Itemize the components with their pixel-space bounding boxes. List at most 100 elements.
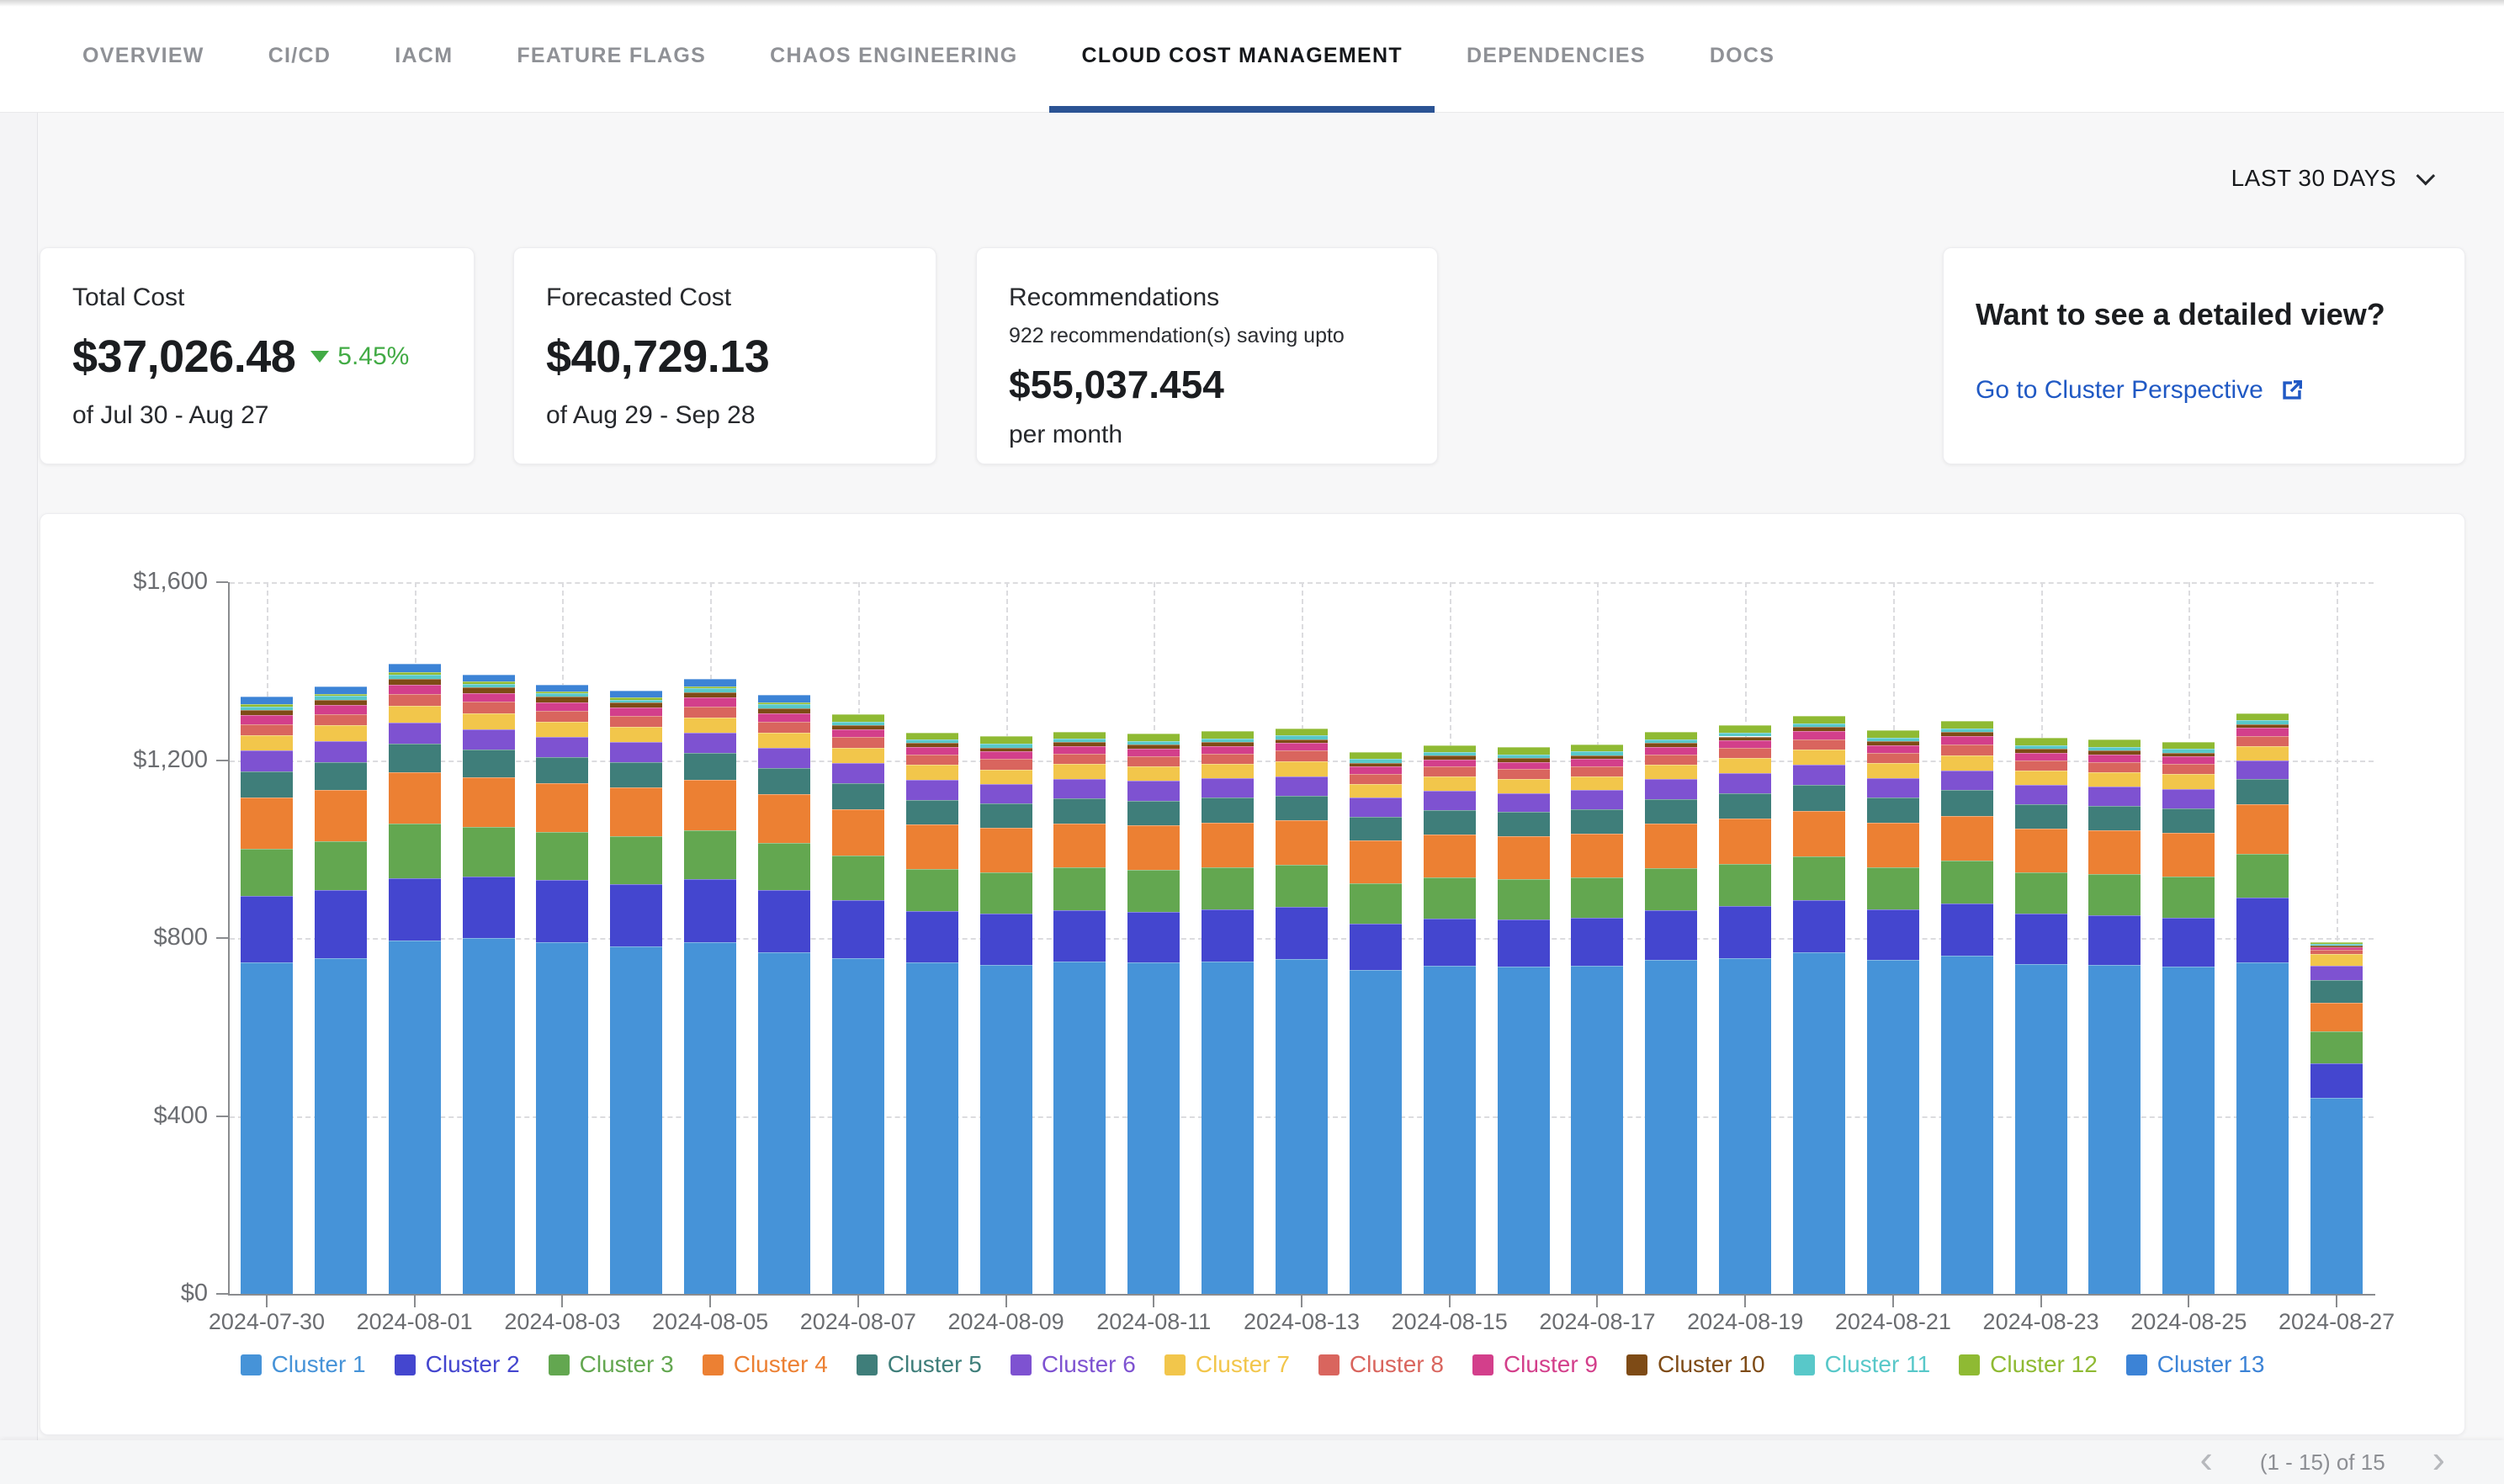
bar-segment-cluster-3[interactable] <box>2088 874 2141 915</box>
stacked-bar-2024-08-07[interactable] <box>832 582 884 1294</box>
bar-segment-cluster-12[interactable] <box>2310 942 2363 944</box>
bar-segment-cluster-1[interactable] <box>1202 962 1254 1295</box>
bar-segment-cluster-1[interactable] <box>980 965 1032 1294</box>
bar-segment-cluster-13[interactable] <box>389 664 441 672</box>
bar-segment-cluster-13[interactable] <box>610 691 662 697</box>
bar-segment-cluster-7[interactable] <box>315 725 367 741</box>
stacked-bar-2024-08-17[interactable] <box>1571 582 1623 1294</box>
bar-segment-cluster-11[interactable] <box>2162 749 2215 752</box>
bar-segment-cluster-11[interactable] <box>1424 752 1476 755</box>
bar-segment-cluster-1[interactable] <box>536 942 588 1294</box>
bar-segment-cluster-8[interactable] <box>1202 754 1254 764</box>
bar-segment-cluster-4[interactable] <box>2015 829 2067 872</box>
bar-segment-cluster-2[interactable] <box>2015 914 2067 963</box>
bar-segment-cluster-6[interactable] <box>1941 771 1993 791</box>
bar-segment-cluster-2[interactable] <box>1941 904 1993 956</box>
bar-segment-cluster-13[interactable] <box>315 686 367 694</box>
bar-segment-cluster-10[interactable] <box>1867 741 1919 745</box>
bar-segment-cluster-5[interactable] <box>1053 798 1106 824</box>
bar-segment-cluster-5[interactable] <box>1867 798 1919 823</box>
bar-segment-cluster-13[interactable] <box>463 675 515 681</box>
stacked-bar-2024-08-09[interactable] <box>980 582 1032 1294</box>
bar-segment-cluster-11[interactable] <box>389 675 441 679</box>
bar-segment-cluster-7[interactable] <box>1498 779 1550 793</box>
bar-segment-cluster-1[interactable] <box>2015 964 2067 1294</box>
bar-segment-cluster-10[interactable] <box>2310 946 2363 947</box>
bar-segment-cluster-12[interactable] <box>389 672 441 675</box>
bar-segment-cluster-5[interactable] <box>1719 793 1771 819</box>
bar-segment-cluster-2[interactable] <box>758 890 810 952</box>
bar-segment-cluster-5[interactable] <box>2088 806 2141 830</box>
bar-segment-cluster-3[interactable] <box>684 830 736 879</box>
stacked-bar-2024-08-03[interactable] <box>536 582 588 1294</box>
bar-segment-cluster-9[interactable] <box>980 751 1032 759</box>
bar-segment-cluster-10[interactable] <box>2236 724 2289 729</box>
bar-segment-cluster-4[interactable] <box>463 777 515 827</box>
bar-segment-cluster-2[interactable] <box>241 896 293 962</box>
legend-item-cluster-9[interactable]: Cluster 9 <box>1472 1351 1598 1378</box>
bar-segment-cluster-6[interactable] <box>2088 787 2141 806</box>
bar-segment-cluster-4[interactable] <box>1645 824 1697 868</box>
bar-segment-cluster-6[interactable] <box>2162 789 2215 808</box>
bar-segment-cluster-1[interactable] <box>1867 960 1919 1294</box>
bar-segment-cluster-1[interactable] <box>1127 962 1180 1294</box>
bar-segment-cluster-13[interactable] <box>758 695 810 702</box>
legend-item-cluster-4[interactable]: Cluster 4 <box>703 1351 828 1378</box>
bar-segment-cluster-11[interactable] <box>832 722 884 725</box>
bar-segment-cluster-4[interactable] <box>1719 819 1771 863</box>
stacked-bar-2024-08-08[interactable] <box>906 582 958 1294</box>
bar-segment-cluster-6[interactable] <box>1276 776 1328 796</box>
bar-segment-cluster-12[interactable] <box>1202 731 1254 738</box>
bar-segment-cluster-3[interactable] <box>906 869 958 911</box>
stacked-bar-2024-08-04[interactable] <box>610 582 662 1294</box>
bar-segment-cluster-12[interactable] <box>2088 739 2141 746</box>
page-prev-button[interactable]: ‹ <box>2199 1439 2212 1478</box>
tab-chaos-engineering[interactable]: CHAOS ENGINEERING <box>738 0 1049 113</box>
bar-segment-cluster-11[interactable] <box>463 684 515 687</box>
bar-segment-cluster-11[interactable] <box>1793 723 1845 727</box>
bar-segment-cluster-3[interactable] <box>1645 868 1697 910</box>
bar-segment-cluster-2[interactable] <box>1498 920 1550 967</box>
bar-segment-cluster-10[interactable] <box>1793 727 1845 731</box>
bar-segment-cluster-7[interactable] <box>1424 776 1476 791</box>
bar-segment-cluster-2[interactable] <box>1719 906 1771 957</box>
bar-segment-cluster-8[interactable] <box>1793 739 1845 750</box>
bar-segment-cluster-1[interactable] <box>832 958 884 1294</box>
bar-segment-cluster-12[interactable] <box>1350 752 1402 759</box>
bar-segment-cluster-5[interactable] <box>1941 790 1993 815</box>
tab-overview[interactable]: OVERVIEW <box>50 0 236 113</box>
stacked-bar-2024-08-24[interactable] <box>2088 582 2141 1294</box>
bar-segment-cluster-5[interactable] <box>241 771 293 798</box>
bar-segment-cluster-3[interactable] <box>2162 877 2215 918</box>
bar-segment-cluster-1[interactable] <box>241 962 293 1294</box>
bar-segment-cluster-9[interactable] <box>1053 746 1106 754</box>
bar-segment-cluster-8[interactable] <box>1424 766 1476 776</box>
tab-dependencies[interactable]: DEPENDENCIES <box>1435 0 1678 113</box>
bar-segment-cluster-4[interactable] <box>1793 811 1845 856</box>
bar-segment-cluster-3[interactable] <box>389 824 441 878</box>
bar-segment-cluster-5[interactable] <box>758 768 810 794</box>
tab-iacm[interactable]: IACM <box>363 0 485 113</box>
bar-segment-cluster-5[interactable] <box>2310 980 2363 1002</box>
bar-segment-cluster-7[interactable] <box>610 727 662 742</box>
bar-segment-cluster-13[interactable] <box>241 697 293 704</box>
bar-segment-cluster-4[interactable] <box>2162 833 2215 877</box>
bar-segment-cluster-9[interactable] <box>241 715 293 724</box>
bar-segment-cluster-6[interactable] <box>2015 785 2067 804</box>
bar-segment-cluster-4[interactable] <box>758 794 810 843</box>
bar-segment-cluster-2[interactable] <box>1424 919 1476 966</box>
bar-segment-cluster-7[interactable] <box>2236 746 2289 761</box>
stacked-bar-2024-08-26[interactable] <box>2236 582 2289 1294</box>
bar-segment-cluster-7[interactable] <box>832 748 884 764</box>
bar-segment-cluster-9[interactable] <box>2015 753 2067 761</box>
bar-segment-cluster-10[interactable] <box>389 679 441 685</box>
bar-segment-cluster-8[interactable] <box>1867 753 1919 763</box>
bar-segment-cluster-5[interactable] <box>980 803 1032 828</box>
bar-segment-cluster-5[interactable] <box>1571 809 1623 834</box>
stacked-bar-2024-08-16[interactable] <box>1498 582 1550 1294</box>
bar-segment-cluster-5[interactable] <box>1276 796 1328 821</box>
bar-segment-cluster-10[interactable] <box>684 692 736 697</box>
bar-segment-cluster-3[interactable] <box>980 872 1032 914</box>
bar-segment-cluster-11[interactable] <box>1350 759 1402 762</box>
bar-segment-cluster-10[interactable] <box>241 710 293 715</box>
